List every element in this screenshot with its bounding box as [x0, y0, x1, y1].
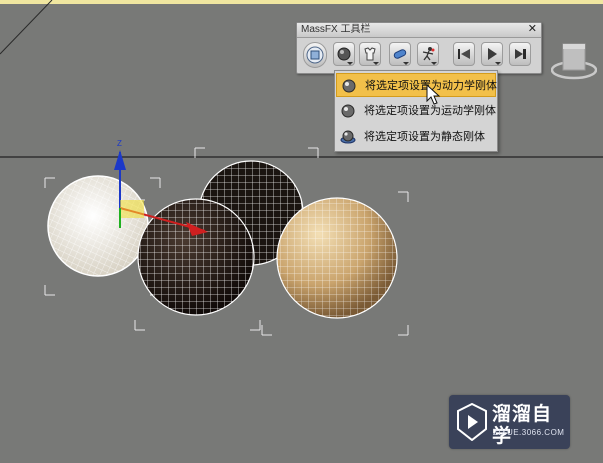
menu-item-dynamic-rigid-body[interactable]: 将选定项设置为动力学刚体: [336, 73, 497, 97]
play-logo-icon: [457, 403, 487, 441]
mouse-cursor-icon: [426, 84, 441, 105]
ragdoll-icon: [422, 47, 435, 61]
massfx-toolbar[interactable]: MassFX 工具栏 ✕: [296, 22, 542, 74]
constraint-icon: [393, 49, 407, 59]
close-button[interactable]: ✕: [528, 23, 537, 36]
constraint-button[interactable]: [389, 42, 411, 66]
play-simulation-icon: [488, 48, 497, 60]
gizmo-z-label: Z: [117, 139, 122, 148]
menu-item-static-rigid-body[interactable]: 将选定项设置为静态刚体: [336, 125, 496, 149]
static-rigid-body-icon: [340, 130, 356, 144]
tan-sphere[interactable]: [276, 197, 398, 319]
kinematic-rigid-body-icon: [341, 104, 355, 118]
rigid-body-dropdown-menu[interactable]: 将选定项设置为动力学刚体 将选定项设置为运动学刚体 将选定项设置为静态刚体: [334, 70, 498, 152]
world-settings-button[interactable]: [303, 42, 327, 68]
watermark-name: 溜溜自学: [492, 403, 553, 447]
menu-item-label: 将选定项设置为静态刚体: [364, 131, 485, 143]
step-simulation-icon: [515, 49, 526, 59]
reset-simulation-button[interactable]: [453, 42, 475, 66]
watermark-url: ZIXUE.3066.COM: [493, 428, 565, 437]
rigid-body-icon: [337, 47, 351, 61]
dynamic-rigid-body-icon: [342, 79, 356, 93]
play-simulation-button[interactable]: [481, 42, 503, 66]
toolbar-title: MassFX 工具栏: [301, 24, 371, 35]
3d-viewport[interactable]: Z MassFX 工具栏 ✕ 将选定项设置为动力学刚体 将选定项设置为运动学刚体…: [0, 0, 603, 463]
toolbar-title-bar[interactable]: MassFX 工具栏 ✕: [297, 23, 541, 38]
view-cube[interactable]: [551, 40, 597, 82]
rigid-body-button[interactable]: [333, 42, 355, 66]
cloth-icon: [364, 47, 376, 61]
menu-item-label: 将选定项设置为运动学刚体: [364, 105, 496, 117]
cloth-button[interactable]: [359, 42, 381, 66]
grid-axis-line: [0, 0, 53, 55]
reset-simulation-icon: [458, 49, 470, 59]
dark-wireframe-sphere[interactable]: [137, 198, 255, 316]
watermark-logo: 溜溜自学 ZIXUE.3066.COM: [449, 395, 570, 449]
world-settings-icon: [306, 46, 324, 64]
step-simulation-button[interactable]: [509, 42, 531, 66]
menu-item-kinematic-rigid-body[interactable]: 将选定项设置为运动学刚体: [336, 99, 496, 123]
ragdoll-button[interactable]: [417, 42, 439, 66]
